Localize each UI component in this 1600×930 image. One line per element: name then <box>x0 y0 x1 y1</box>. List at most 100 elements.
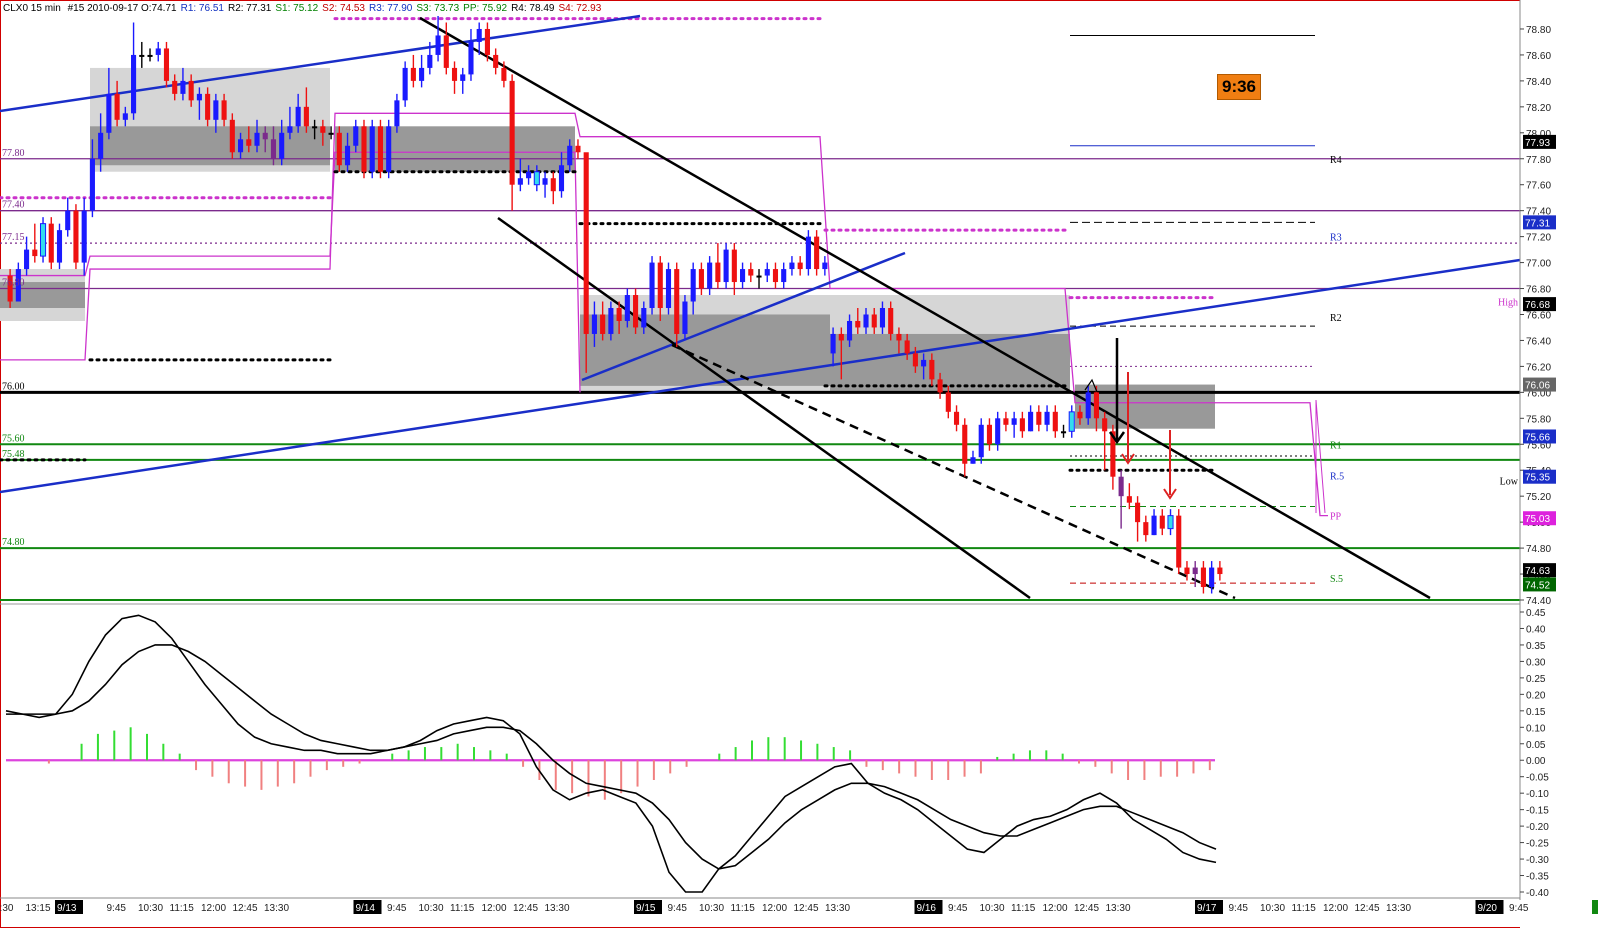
time-axis: 2:30 13:15 9/13 9:45 10:30 11:15 12:00 12:45 13:… <box>0 897 1598 914</box>
candle-80 <box>665 262 672 315</box>
candle-body <box>98 132 104 159</box>
date-marker-text: 9/15 <box>636 903 656 914</box>
candle-body <box>336 132 342 166</box>
candle-body <box>443 35 449 68</box>
candle-body <box>912 353 918 367</box>
bar-index-label: #15 <box>67 3 85 14</box>
price-tick-label-10: 76.80 <box>1526 285 1551 296</box>
trend-line-3 <box>419 16 1431 600</box>
time-tick-label-28: 12:45 <box>1074 903 1099 914</box>
candle-94 <box>781 262 787 289</box>
candle-body <box>56 230 63 263</box>
candle-body <box>937 379 943 393</box>
candle-body <box>1060 431 1067 434</box>
price-badge-text: 75.35 <box>1525 473 1550 484</box>
candle-98 <box>814 230 820 276</box>
macd-tick-label-11: -0.10 <box>1526 789 1549 800</box>
candle-body <box>764 269 770 276</box>
candle-88 <box>731 243 737 296</box>
time-tick-label-19: 11:15 <box>731 903 756 914</box>
candle-body <box>221 100 227 120</box>
candle-body <box>427 54 433 68</box>
time-tick-label-24: 9:45 <box>948 903 968 914</box>
candle-body <box>24 249 30 270</box>
candle-body <box>410 67 416 81</box>
time-tick-label-29: 13:30 <box>1106 903 1131 914</box>
candle-body <box>320 126 326 133</box>
time-tick-label-0: 2:30 <box>0 903 14 914</box>
macd-tick-label-12: -0.15 <box>1526 806 1549 817</box>
candle-116 <box>962 418 968 477</box>
candle-69 <box>575 139 581 159</box>
time-tick-label-7: 12:45 <box>233 903 258 914</box>
candle-82 <box>682 295 688 341</box>
value-area-zone-8 <box>830 333 1070 393</box>
candle-7 <box>65 197 71 237</box>
time-tick-label-26: 11:15 <box>1011 903 1036 914</box>
candle-93 <box>772 262 779 289</box>
candle-46 <box>386 119 392 179</box>
candle-body <box>657 262 663 308</box>
candle-body <box>155 48 161 55</box>
candle-body <box>344 145 351 166</box>
candle-body <box>1184 567 1190 575</box>
candle-body <box>81 210 87 263</box>
candle-body <box>1085 392 1091 419</box>
date-marker-text: 9/20 <box>1478 903 1498 914</box>
pivot-label-R4: R4 <box>1330 155 1342 166</box>
candle-body <box>781 269 787 283</box>
macd-tick-label-17: -0.40 <box>1526 888 1549 899</box>
macd-tick-label-16: -0.35 <box>1526 872 1549 883</box>
date-marker-text: 9/13 <box>57 903 77 914</box>
time-tick-label-32: 10:30 <box>1260 903 1285 914</box>
macd-tick-label-13: -0.20 <box>1526 822 1549 833</box>
left-level-label-4: 76.00 <box>2 381 25 392</box>
date-marker-text: 9/17 <box>1197 903 1217 914</box>
price-tick-label-11: 76.60 <box>1526 310 1551 321</box>
price-tick-label-22: 74.40 <box>1526 596 1551 607</box>
candle-body <box>89 158 95 211</box>
price-axis: 78.8078.6078.4078.2078.0077.8077.6077.40… <box>1519 0 1600 930</box>
candle-body <box>698 269 704 289</box>
candle-45 <box>377 119 384 179</box>
candle-body <box>312 126 318 129</box>
candle-body <box>246 139 252 146</box>
price-tick-label-15: 75.80 <box>1526 414 1551 425</box>
candle-body <box>229 119 235 153</box>
candle-body <box>262 132 268 140</box>
price-badge-text: 76.68 <box>1525 300 1550 311</box>
candle-body <box>740 269 746 283</box>
trend-line-1 <box>0 258 1521 494</box>
candle-138 <box>1143 515 1149 542</box>
candle-5 <box>48 217 54 270</box>
header-field-2: R2: 77.31 <box>227 3 272 14</box>
candle-19 <box>163 41 170 88</box>
candle-9 <box>81 197 87 276</box>
macd-tick-label-8: 0.05 <box>1526 740 1546 751</box>
macd-tick-label-2: 0.35 <box>1526 641 1546 652</box>
candle-95 <box>789 256 795 276</box>
candle-84 <box>698 262 704 296</box>
date-label: 2010-09-17 <box>87 3 139 14</box>
candle-body <box>904 340 910 354</box>
interval-label: 15 min <box>30 3 61 14</box>
candle-body <box>879 308 886 328</box>
candle-96 <box>797 256 803 276</box>
candle-135 <box>1118 470 1124 529</box>
candle-body <box>814 236 820 270</box>
price-badge-text: 74.52 <box>1525 580 1550 591</box>
candle-27 <box>229 113 235 159</box>
candle-body <box>871 314 877 328</box>
candle-body <box>254 132 260 146</box>
candle-body <box>1118 476 1124 497</box>
candle-body <box>633 295 639 328</box>
macd-signal-line <box>6 644 1217 870</box>
candle-17 <box>147 48 153 62</box>
macd-tick-label-10: -0.05 <box>1526 773 1549 784</box>
candle-body <box>929 359 935 380</box>
candle-body <box>419 67 425 81</box>
candle-body <box>649 262 655 308</box>
date-marker-2: 9/13 <box>55 900 83 914</box>
price-tick-label-0: 78.80 <box>1526 25 1551 36</box>
left-level-label-7: 74.80 <box>2 537 25 548</box>
